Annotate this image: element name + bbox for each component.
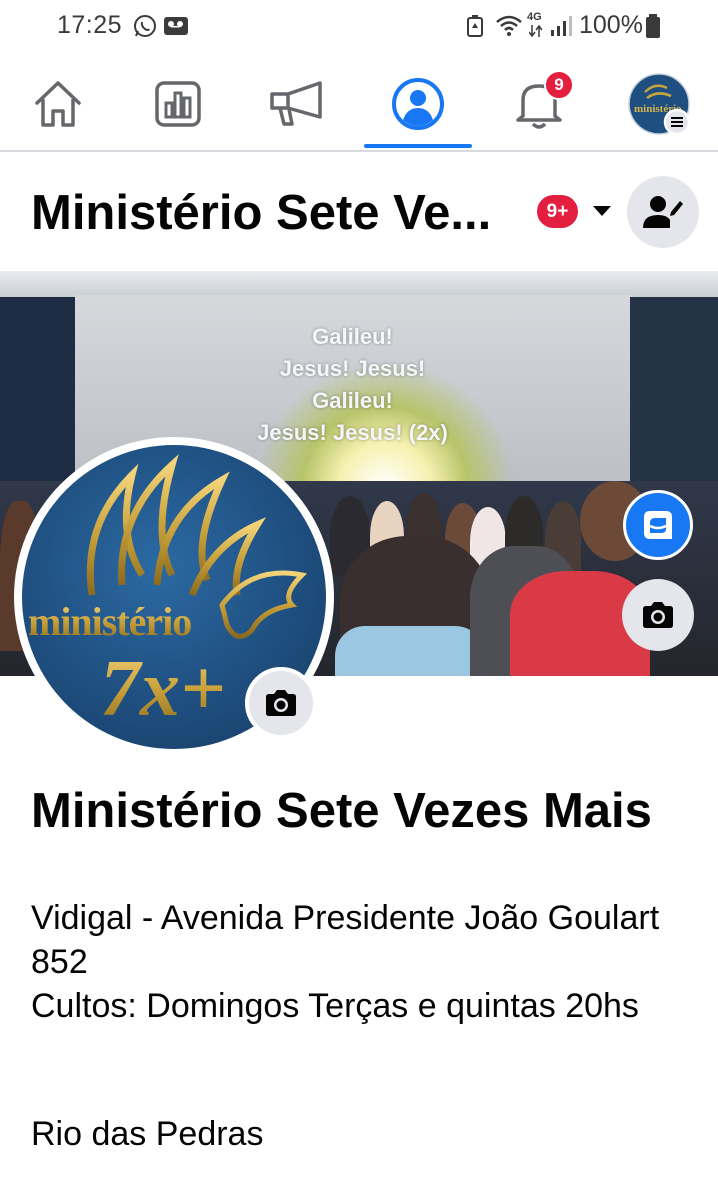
- lyrics-line: Galileu!: [312, 324, 393, 349]
- audience-shirt: [335, 626, 485, 676]
- chevron-down-icon[interactable]: [593, 206, 611, 216]
- camera-icon: [643, 602, 673, 628]
- notifications-badge: 9: [544, 70, 574, 100]
- edit-profile-button[interactable]: [627, 176, 699, 248]
- lyrics-line: Galileu!: [312, 388, 393, 413]
- battery-icon: [646, 14, 660, 38]
- edit-cover-photo-button[interactable]: [622, 579, 694, 651]
- whatsapp-icon: [134, 15, 156, 37]
- nav-notifications[interactable]: [484, 60, 594, 148]
- lyrics-text: Galileu! Jesus! Jesus! Galileu! Jesus! J…: [75, 321, 630, 449]
- messenger-button[interactable]: [623, 490, 693, 560]
- status-time: 17:25: [57, 11, 123, 39]
- nav-insights[interactable]: [123, 60, 233, 148]
- page-about: Vidigal - Avenida Presidente João Goular…: [31, 896, 691, 1028]
- top-nav-bar: ministério: [0, 60, 718, 152]
- address-text: Vidigal - Avenida Presidente João Goular…: [31, 899, 660, 981]
- nav-active-indicator: [364, 144, 472, 148]
- insights-icon: [155, 81, 201, 127]
- edit-profile-picture-button[interactable]: [245, 667, 317, 739]
- person-edit-icon: [643, 196, 683, 228]
- home-icon: [35, 81, 81, 127]
- cover-ceiling: [0, 271, 718, 297]
- page-name: Ministério Sete Vezes Mais: [31, 784, 652, 838]
- nav-menu-avatar[interactable]: ministério: [604, 60, 714, 148]
- wifi-icon: [496, 15, 522, 36]
- battery-percent: 100%: [579, 11, 643, 39]
- nav-announcements[interactable]: [243, 60, 353, 148]
- battery-saver-icon: [467, 15, 483, 37]
- logo-text-7x: 7x+: [100, 645, 226, 733]
- lyrics-line: Jesus! Jesus!: [279, 356, 426, 381]
- location-text: Rio das Pedras: [31, 1115, 264, 1153]
- network-type: 4G: [527, 11, 542, 23]
- nav-profile[interactable]: [363, 60, 473, 148]
- logo-text-ministerio: ministério: [28, 599, 191, 644]
- profile-icon: [392, 78, 444, 130]
- messenger-icon: [644, 511, 672, 539]
- megaphone-icon: [270, 81, 322, 126]
- camera-icon: [266, 690, 296, 716]
- page-title: Ministério Sete Ve...: [31, 186, 492, 240]
- nav-home[interactable]: [3, 60, 113, 148]
- page-avatar-icon: ministério: [628, 73, 691, 136]
- services-text: Cultos: Domingos Terças e quintas 20hs: [31, 987, 639, 1025]
- status-bar: 17:25 4G 100%: [0, 0, 718, 52]
- signal-icon: [551, 16, 572, 36]
- voicemail-icon: [164, 17, 188, 35]
- data-arrows-icon: [529, 25, 543, 37]
- header-notification-badge[interactable]: 9+: [537, 195, 578, 228]
